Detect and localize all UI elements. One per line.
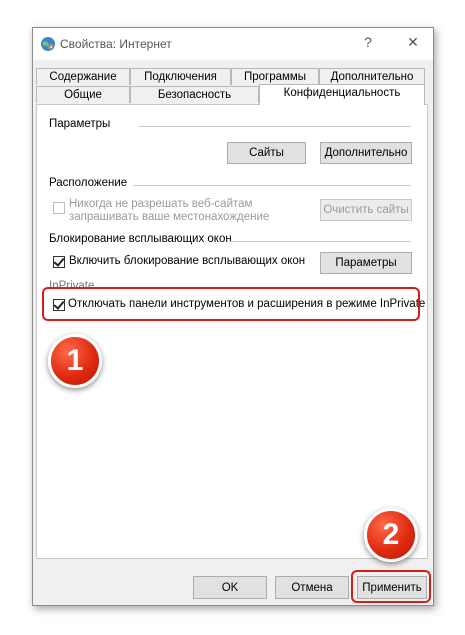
tab-general[interactable]: Общие [36, 86, 130, 103]
popup-blocker-section-title: Блокирование всплывающих окон [49, 233, 232, 245]
inprivate-highlight-frame [42, 287, 420, 321]
popup-blocker-checkbox[interactable] [53, 255, 65, 268]
tab-advanced[interactable]: Дополнительно [319, 68, 425, 85]
settings-section-title: Параметры [49, 118, 111, 130]
tab-privacy[interactable]: Конфиденциальность [259, 84, 425, 105]
close-button[interactable]: ✕ [403, 34, 423, 51]
popup-blocker-checkbox-label: Включить блокирование всплывающих окон [69, 255, 306, 267]
location-checkbox-label-line1: Никогда не разрешать веб-сайтам [69, 198, 253, 210]
cancel-button[interactable]: Отмена [275, 576, 349, 599]
clear-sites-button[interactable]: Очистить сайты [320, 199, 412, 221]
help-button[interactable]: ? [358, 34, 378, 50]
location-checkbox[interactable] [53, 202, 65, 214]
location-section-title: Расположение [49, 177, 128, 189]
step-1-badge: 1 [48, 334, 102, 388]
settings-separator [139, 126, 411, 127]
title-bar: Свойства: Интернет ? ✕ [33, 28, 433, 60]
popup-separator [229, 241, 411, 242]
privacy-panel: Параметры Сайты Дополнительно Расположен… [36, 104, 428, 559]
location-checkbox-label-line2: запрашивать ваше местонахождение [69, 211, 270, 223]
tab-content[interactable]: Содержание [36, 68, 130, 85]
internet-options-globe-icon [41, 37, 55, 51]
checkmark-icon [53, 255, 65, 267]
popup-settings-button[interactable]: Параметры [320, 252, 412, 274]
window-title: Свойства: Интернет [60, 37, 172, 51]
step-2-badge: 2 [364, 508, 418, 562]
apply-highlight-frame [351, 570, 431, 603]
tab-programs[interactable]: Программы [231, 68, 319, 85]
sites-button[interactable]: Сайты [227, 142, 306, 164]
tab-connections[interactable]: Подключения [130, 68, 231, 85]
ok-button[interactable]: OK [193, 576, 267, 599]
advanced-button[interactable]: Дополнительно [320, 142, 412, 164]
tab-security[interactable]: Безопасность [130, 86, 259, 103]
location-separator [133, 185, 411, 186]
